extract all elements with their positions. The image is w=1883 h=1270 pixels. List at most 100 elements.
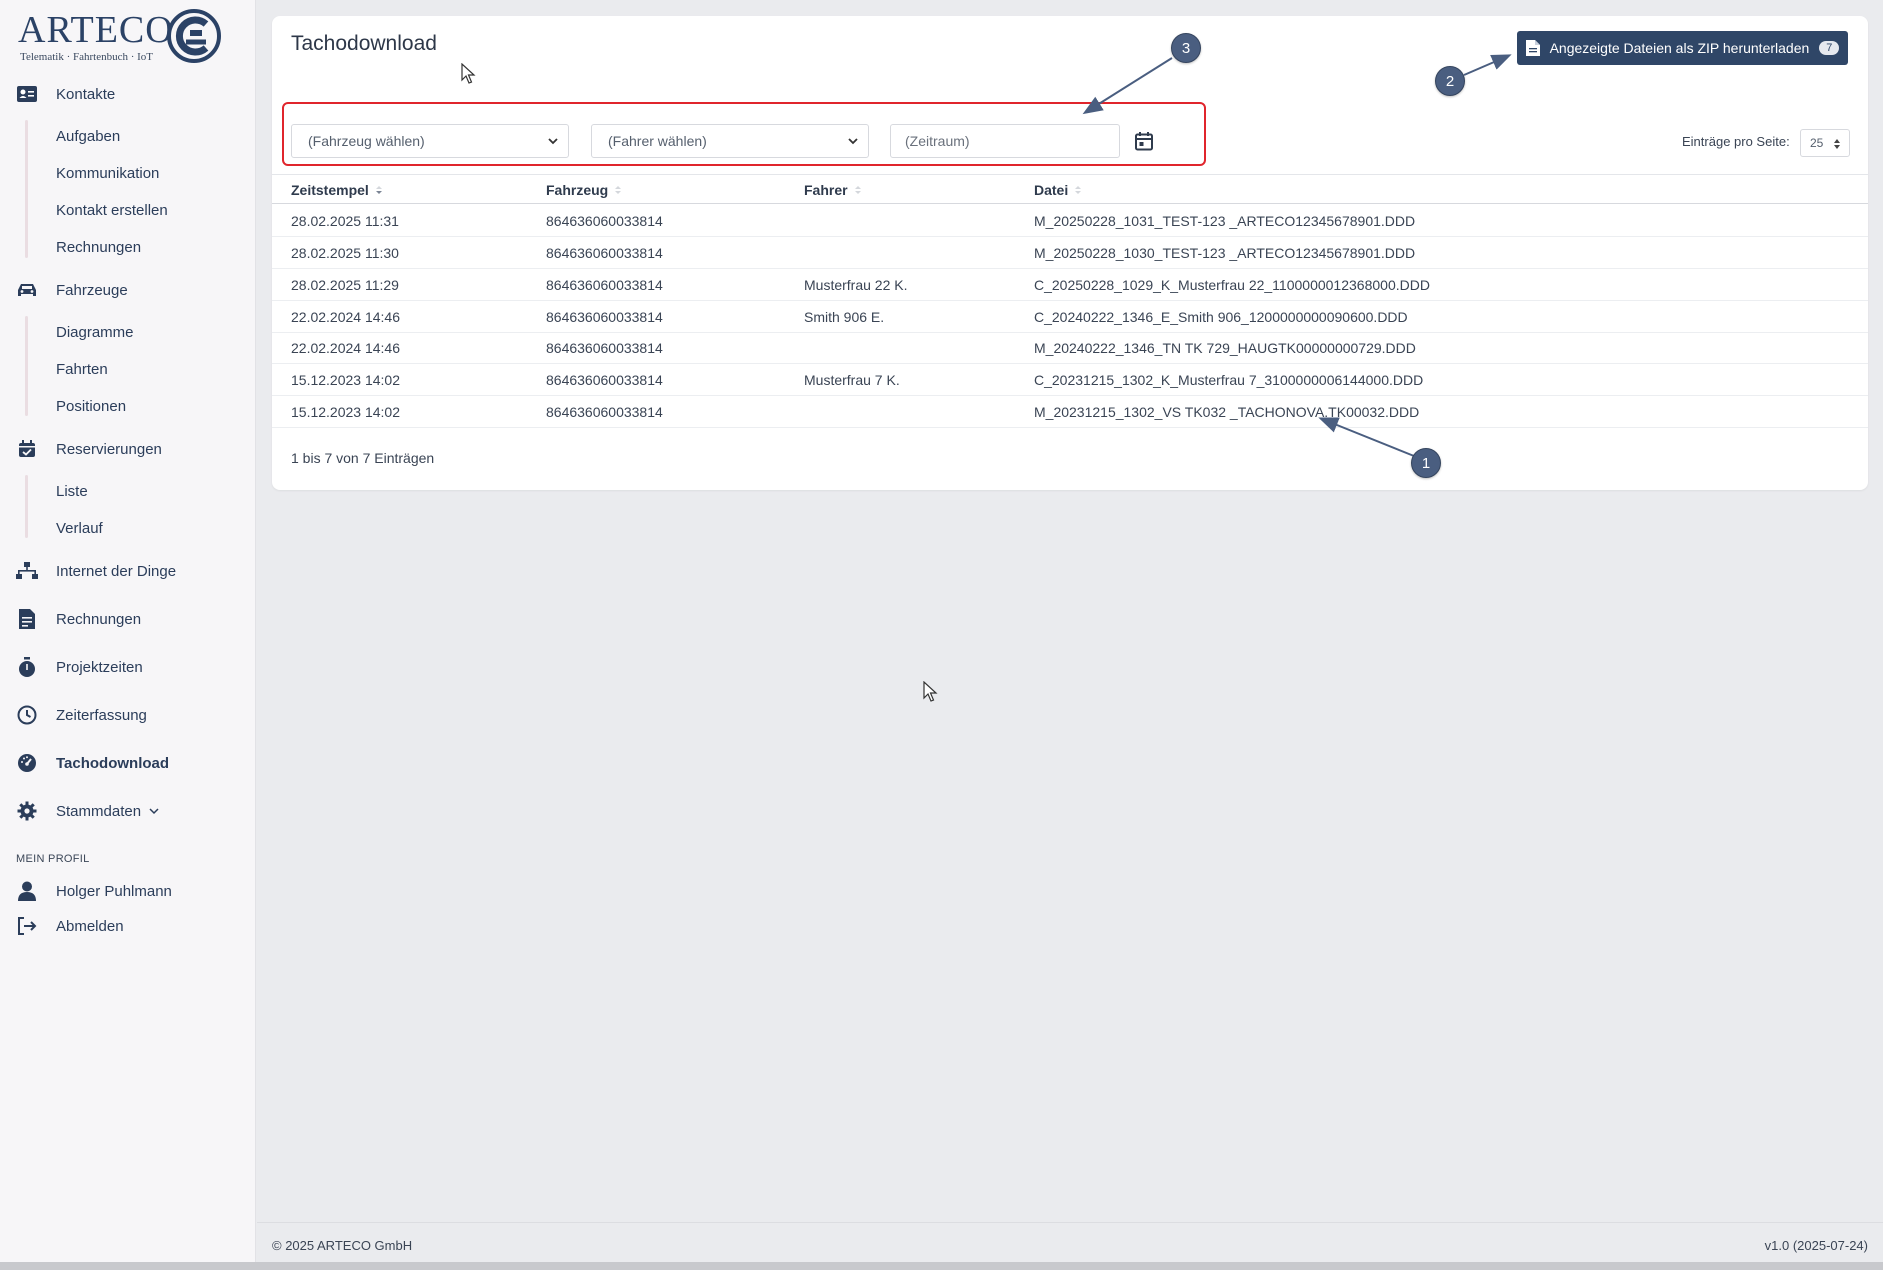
nav-fahrten[interactable]: Fahrten [56,357,108,381]
nav-stammdaten-label: Stammdaten [56,802,142,820]
nav-iot-label: Internet der Dinge [56,562,177,580]
vehicle-select-value: (Fahrzeug wählen) [308,133,425,149]
tachometer-icon [16,752,38,774]
invoice-icon [16,608,38,630]
table-row[interactable]: 22.02.2024 14:46 864636060033814 Smith 9… [272,301,1868,333]
table-row[interactable]: 28.02.2025 11:29 864636060033814 Musterf… [272,269,1868,301]
date-range-input[interactable]: (Zeitraum) [890,124,1120,158]
mouse-cursor-icon [461,63,476,84]
contact-card-icon [16,83,38,105]
calendar-check-icon [16,438,38,460]
column-label: Zeitstempel [291,182,369,198]
nav-internet-der-dinge[interactable]: Internet der Dinge [16,557,176,585]
footer-version: v1.0 (2025-07-24) [1764,1238,1868,1253]
callout-badge-1: 1 [1411,448,1441,478]
logout-icon [16,915,38,937]
nav-abmelden-label: Abmelden [56,917,124,935]
table-row[interactable]: 15.12.2023 14:02 864636060033814 Musterf… [272,364,1868,396]
table-row[interactable]: 22.02.2024 14:46 864636060033814 M_20240… [272,332,1868,364]
clock-icon [16,704,38,726]
nav-positionen[interactable]: Positionen [56,394,126,418]
calendar-icon[interactable] [1134,131,1154,151]
nav-fahrzeuge-label: Fahrzeuge [56,281,128,299]
column-header-datei[interactable]: Datei [1034,182,1082,198]
cell-vehicle: 864636060033814 [546,340,663,356]
nav-user-profile[interactable]: Holger Puhlmann [16,877,172,905]
cell-timestamp: 28.02.2025 11:31 [291,213,399,229]
cell-file-link[interactable]: M_20231215_1302_VS TK032 _TACHONOVA.TK00… [1034,404,1419,420]
cell-file-link[interactable]: M_20250228_1031_TEST-123 _ARTECO12345678… [1034,213,1415,229]
cell-timestamp: 28.02.2025 11:29 [291,277,399,293]
gear-icon [16,800,38,822]
nav-projektzeiten-label: Projektzeiten [56,658,143,676]
driver-select-value: (Fahrer wählen) [608,133,707,149]
mouse-cursor-icon [923,681,938,702]
column-label: Fahrer [804,182,848,198]
nav-aufgaben[interactable]: Aufgaben [56,124,120,148]
chevron-down-icon [548,138,558,145]
nav-kontakte-rechnungen[interactable]: Rechnungen [56,235,141,259]
nav-diagramme[interactable]: Diagramme [56,320,134,344]
page-title: Tachodownload [291,32,437,55]
sort-icon [615,186,622,194]
table-row[interactable]: 28.02.2025 11:30 864636060033814 M_20250… [272,237,1868,269]
cell-timestamp: 22.02.2024 14:46 [291,309,400,325]
vehicle-select[interactable]: (Fahrzeug wählen) [291,124,569,158]
per-page-select[interactable]: 25 [1800,129,1850,157]
cell-timestamp: 28.02.2025 11:30 [291,245,399,261]
cell-file-link[interactable]: M_20250228_1030_TEST-123 _ARTECO12345678… [1034,245,1415,261]
cell-vehicle: 864636060033814 [546,277,663,293]
sort-arrows-icon [1834,139,1840,149]
nav-fahrzeuge[interactable]: Fahrzeuge [16,276,128,304]
cell-file-link[interactable]: C_20240222_1346_E_Smith 906_120000000009… [1034,309,1408,325]
nav-reservierungen-label: Reservierungen [56,440,162,458]
sort-icon [854,186,861,194]
callout-badge-2: 2 [1435,66,1465,96]
zip-download-button[interactable]: Angezeigte Dateien als ZIP herunterladen… [1517,31,1848,65]
nav-reservierungen[interactable]: Reservierungen [16,435,162,463]
nav-liste[interactable]: Liste [56,479,88,503]
logo-tagline: Telematik · Fahrtenbuch · IoT [20,51,154,63]
column-header-fahrzeug[interactable]: Fahrzeug [546,182,622,198]
column-header-zeitstempel[interactable]: Zeitstempel [291,182,383,198]
kontakte-subgroup-bar [25,120,28,258]
nav-verlauf[interactable]: Verlauf [56,516,103,540]
file-count-badge: 7 [1819,41,1840,55]
tachodownload-card: Tachodownload Angezeigte Dateien als ZIP… [272,16,1868,490]
nav-rechnungen[interactable]: Rechnungen [16,605,141,633]
nav-kontakte[interactable]: Kontakte [16,80,115,108]
nav-tachodownload[interactable]: Tachodownload [16,749,169,777]
zip-download-label: Angezeigte Dateien als ZIP herunterladen [1549,40,1810,56]
cell-driver: Musterfrau 7 K. [804,372,900,388]
nav-stammdaten[interactable]: Stammdaten [16,797,159,825]
nav-kontakt-erstellen[interactable]: Kontakt erstellen [56,198,168,222]
cell-vehicle: 864636060033814 [546,213,663,229]
nav-zeiterfassung[interactable]: Zeiterfassung [16,701,147,729]
nav-zeiterfassung-label: Zeiterfassung [56,706,147,724]
network-icon [16,560,38,582]
nav-kommunikation[interactable]: Kommunikation [56,161,159,185]
cell-driver: Musterfrau 22 K. [804,277,908,293]
callout-badge-3: 3 [1171,33,1201,63]
user-name: Holger Puhlmann [56,882,172,900]
column-header-fahrer[interactable]: Fahrer [804,182,862,198]
chevron-down-icon [848,138,858,145]
window-bottom-edge [0,1262,1883,1270]
fahrzeuge-subgroup-bar [25,316,28,416]
arteco-logo[interactable]: ARTECO Telematik · Fahrtenbuch · IoT [18,8,228,68]
table-row[interactable]: 15.12.2023 14:02 864636060033814 M_20231… [272,396,1868,428]
table-info: 1 bis 7 von 7 Einträgen [291,450,435,466]
cell-timestamp: 22.02.2024 14:46 [291,340,400,356]
reservierungen-subgroup-bar [25,475,28,538]
driver-select[interactable]: (Fahrer wählen) [591,124,869,158]
table-header: Zeitstempel Fahrzeug Fahrer Datei [272,174,1868,204]
table-row[interactable]: 28.02.2025 11:31 864636060033814 M_20250… [272,205,1868,237]
nav-projektzeiten[interactable]: Projektzeiten [16,653,143,681]
nav-abmelden[interactable]: Abmelden [16,912,124,940]
per-page-value: 25 [1810,136,1824,150]
cell-vehicle: 864636060033814 [546,309,663,325]
car-icon [16,279,38,301]
cell-file-link[interactable]: C_20231215_1302_K_Musterfrau 7_310000000… [1034,372,1423,388]
cell-file-link[interactable]: M_20240222_1346_TN TK 729_HAUGTK00000000… [1034,340,1416,356]
cell-file-link[interactable]: C_20250228_1029_K_Musterfrau 22_11000000… [1034,277,1430,293]
